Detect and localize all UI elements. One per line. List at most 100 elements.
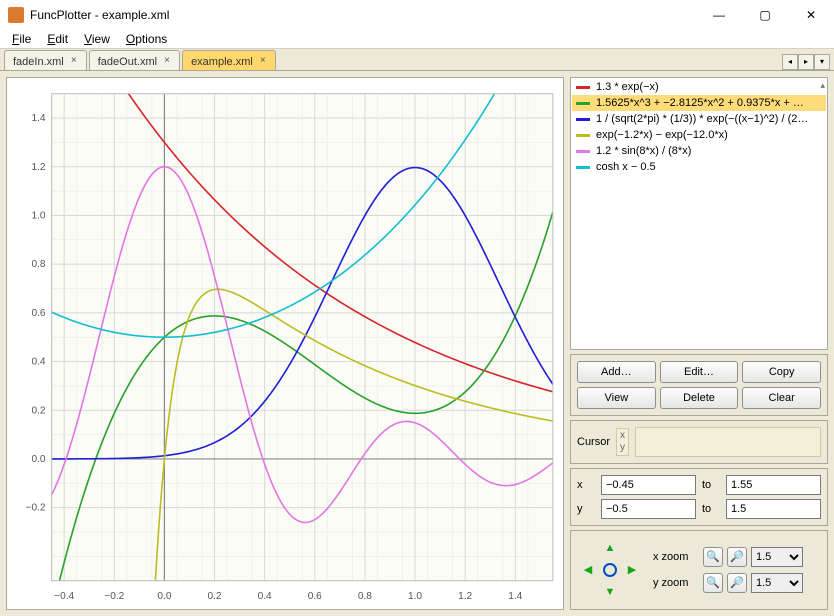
app-icon bbox=[8, 7, 24, 23]
legend-label: 1 / (sqrt(2*pi) * (1/3)) * exp(−((x−1)^2… bbox=[596, 113, 808, 125]
tab-next-button[interactable]: ▸ bbox=[798, 54, 814, 70]
close-button[interactable]: ✕ bbox=[788, 0, 834, 30]
function-buttons: Add… Edit… Copy View Delete Clear bbox=[570, 354, 828, 416]
delete-button[interactable]: Delete bbox=[660, 387, 739, 409]
svg-text:−0.4: −0.4 bbox=[54, 591, 74, 602]
menu-options[interactable]: Options bbox=[120, 30, 173, 48]
svg-text:0.0: 0.0 bbox=[31, 454, 45, 465]
legend-scroll-up-icon[interactable]: ▴ bbox=[820, 80, 825, 91]
view-button[interactable]: View bbox=[577, 387, 656, 409]
maximize-button[interactable]: ▢ bbox=[742, 0, 788, 30]
legend-swatch bbox=[576, 86, 590, 89]
pan-center-button[interactable] bbox=[599, 559, 621, 581]
x-zoom-select[interactable]: 1.5 bbox=[751, 547, 803, 567]
x-zoom-label: x zoom bbox=[653, 551, 699, 563]
clear-button[interactable]: Clear bbox=[742, 387, 821, 409]
titlebar: FuncPlotter - example.xml — ▢ ✕ bbox=[0, 0, 834, 30]
cursor-label: Cursor bbox=[577, 436, 610, 448]
svg-text:1.2: 1.2 bbox=[458, 591, 472, 602]
menu-file[interactable]: File bbox=[6, 30, 37, 48]
y-min-input[interactable] bbox=[601, 499, 696, 519]
svg-text:1.4: 1.4 bbox=[508, 591, 522, 602]
legend-swatch bbox=[576, 166, 590, 169]
copy-button[interactable]: Copy bbox=[742, 361, 821, 383]
svg-text:0.8: 0.8 bbox=[31, 259, 45, 270]
to-label: to bbox=[702, 503, 720, 515]
legend-item[interactable]: 1 / (sqrt(2*pi) * (1/3)) * exp(−((x−1)^2… bbox=[572, 111, 826, 127]
y-max-input[interactable] bbox=[726, 499, 821, 519]
tab-label: example.xml bbox=[191, 56, 253, 68]
legend-label: 1.5625*x^3 + −2.8125*x^2 + 0.9375*x + … bbox=[596, 97, 804, 109]
pan-right-button[interactable]: ▶ bbox=[621, 559, 643, 581]
x-zoom-in-button[interactable]: 🔍 bbox=[703, 547, 723, 567]
legend-label: 1.3 * exp(−x) bbox=[596, 81, 659, 93]
pan-dpad: ▲ ◀ ▶ ▼ bbox=[577, 537, 643, 603]
window-title: FuncPlotter - example.xml bbox=[30, 8, 696, 22]
menu-edit[interactable]: Edit bbox=[41, 30, 74, 48]
svg-text:0.6: 0.6 bbox=[308, 591, 322, 602]
menubar: File Edit View Options bbox=[0, 30, 834, 49]
plot-canvas: −0.4 −0.2 0.0 0.2 0.4 0.6 0.8 1.0 1.2 1.4 −0.2 0.0 0… bbox=[7, 78, 563, 609]
legend-label: cosh x − 0.5 bbox=[596, 161, 656, 173]
x-min-input[interactable] bbox=[601, 475, 696, 495]
zoom-panel: ▲ ◀ ▶ ▼ x zoom 🔍 🔎 1.5 bbox=[570, 530, 828, 610]
svg-text:0.6: 0.6 bbox=[31, 308, 45, 319]
svg-text:0.8: 0.8 bbox=[358, 591, 372, 602]
x-max-input[interactable] bbox=[726, 475, 821, 495]
pan-down-button[interactable]: ▼ bbox=[599, 581, 621, 603]
svg-text:1.4: 1.4 bbox=[31, 113, 45, 124]
svg-text:0.0: 0.0 bbox=[157, 591, 171, 602]
legend-item[interactable]: 1.5625*x^3 + −2.8125*x^2 + 0.9375*x + … bbox=[572, 95, 826, 111]
tab-example[interactable]: example.xml × bbox=[182, 50, 276, 70]
legend[interactable]: ▴ 1.3 * exp(−x) 1.5625*x^3 + −2.8125*x^2 … bbox=[570, 77, 828, 350]
close-icon[interactable]: × bbox=[257, 56, 269, 68]
close-icon[interactable]: × bbox=[161, 56, 173, 68]
svg-text:0.2: 0.2 bbox=[207, 591, 221, 602]
x-zoom-out-button[interactable]: 🔎 bbox=[727, 547, 747, 567]
tab-label: fadeOut.xml bbox=[98, 56, 157, 68]
y-label: y bbox=[577, 503, 595, 515]
svg-text:−0.2: −0.2 bbox=[26, 503, 46, 514]
legend-swatch bbox=[576, 150, 590, 153]
y-zoom-out-button[interactable]: 🔎 bbox=[727, 573, 747, 593]
svg-text:0.2: 0.2 bbox=[31, 405, 45, 416]
legend-item[interactable]: cosh x − 0.5 bbox=[572, 159, 826, 175]
cursor-value bbox=[635, 427, 821, 457]
legend-label: 1.2 * sin(8*x) / (8*x) bbox=[596, 145, 691, 157]
svg-text:1.0: 1.0 bbox=[31, 210, 45, 221]
minimize-button[interactable]: — bbox=[696, 0, 742, 30]
to-label: to bbox=[702, 479, 720, 491]
tab-prev-button[interactable]: ◂ bbox=[782, 54, 798, 70]
plot-area[interactable]: −0.4 −0.2 0.0 0.2 0.4 0.6 0.8 1.0 1.2 1.4 −0.2 0.0 0… bbox=[6, 77, 564, 610]
cursor-panel: Cursor xy bbox=[570, 420, 828, 464]
svg-text:1.0: 1.0 bbox=[408, 591, 422, 602]
cursor-axis-labels: xy bbox=[616, 428, 629, 456]
tab-fadein[interactable]: fadeIn.xml × bbox=[4, 50, 87, 70]
menu-view[interactable]: View bbox=[78, 30, 116, 48]
legend-label: exp(−1.2*x) − exp(−12.0*x) bbox=[596, 129, 728, 141]
y-zoom-select[interactable]: 1.5 bbox=[751, 573, 803, 593]
pan-up-button[interactable]: ▲ bbox=[599, 537, 621, 559]
legend-swatch bbox=[576, 134, 590, 137]
tab-label: fadeIn.xml bbox=[13, 56, 64, 68]
x-label: x bbox=[577, 479, 595, 491]
tab-fadeout[interactable]: fadeOut.xml × bbox=[89, 50, 180, 70]
svg-text:1.2: 1.2 bbox=[31, 162, 45, 173]
y-zoom-label: y zoom bbox=[653, 577, 699, 589]
svg-text:0.4: 0.4 bbox=[258, 591, 272, 602]
legend-swatch bbox=[576, 118, 590, 121]
legend-item[interactable]: 1.2 * sin(8*x) / (8*x) bbox=[572, 143, 826, 159]
legend-item[interactable]: 1.3 * exp(−x) bbox=[572, 79, 826, 95]
legend-item[interactable]: exp(−1.2*x) − exp(−12.0*x) bbox=[572, 127, 826, 143]
legend-swatch bbox=[576, 102, 590, 105]
y-zoom-in-button[interactable]: 🔍 bbox=[703, 573, 723, 593]
svg-text:0.4: 0.4 bbox=[31, 357, 45, 368]
tab-menu-button[interactable]: ▾ bbox=[814, 54, 830, 70]
svg-text:−0.2: −0.2 bbox=[104, 591, 124, 602]
add-button[interactable]: Add… bbox=[577, 361, 656, 383]
edit-button[interactable]: Edit… bbox=[660, 361, 739, 383]
tabs: fadeIn.xml × fadeOut.xml × example.xml ×… bbox=[0, 49, 834, 71]
pan-left-button[interactable]: ◀ bbox=[577, 559, 599, 581]
range-panel: x to y to bbox=[570, 468, 828, 526]
close-icon[interactable]: × bbox=[68, 56, 80, 68]
